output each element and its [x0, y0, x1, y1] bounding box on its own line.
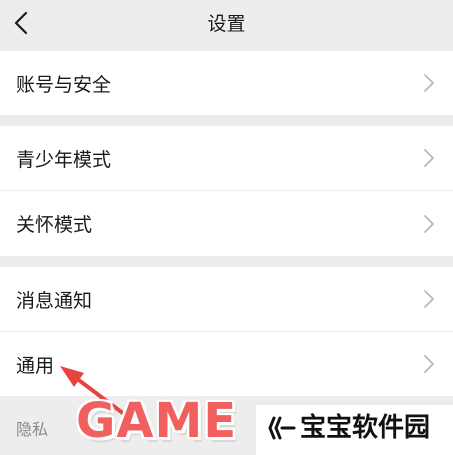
settings-item-account-security[interactable]: 账号与安全: [0, 51, 453, 115]
settings-item-care-mode[interactable]: 关怀模式: [0, 191, 453, 256]
chevron-right-icon: [424, 355, 434, 373]
settings-item-notifications[interactable]: 消息通知: [0, 267, 453, 331]
nav-bar: 设置: [0, 0, 453, 50]
settings-item-general[interactable]: 通用: [0, 332, 453, 396]
brand-logo-icon: [268, 416, 296, 440]
section-header-privacy: 隐私: [16, 420, 49, 439]
watermark-game-logo: GAME: [76, 393, 238, 449]
chevron-right-icon: [424, 149, 434, 167]
chevron-right-icon: [424, 214, 434, 233]
settings-item-label: 关怀模式: [16, 214, 93, 236]
settings-item-label: 通用: [16, 354, 55, 377]
page-title: 设置: [207, 13, 246, 35]
settings-item-teen-mode[interactable]: 青少年模式: [0, 126, 453, 190]
settings-item-label: 消息通知: [16, 289, 93, 312]
settings-item-label: 青少年模式: [16, 148, 112, 171]
settings-item-label: 账号与安全: [16, 73, 112, 96]
watermark-brand: 宝宝软件园: [256, 405, 453, 455]
chevron-right-icon: [424, 290, 434, 308]
chevron-right-icon: [424, 74, 434, 92]
watermark-brand-text: 宝宝软件园: [300, 413, 431, 443]
